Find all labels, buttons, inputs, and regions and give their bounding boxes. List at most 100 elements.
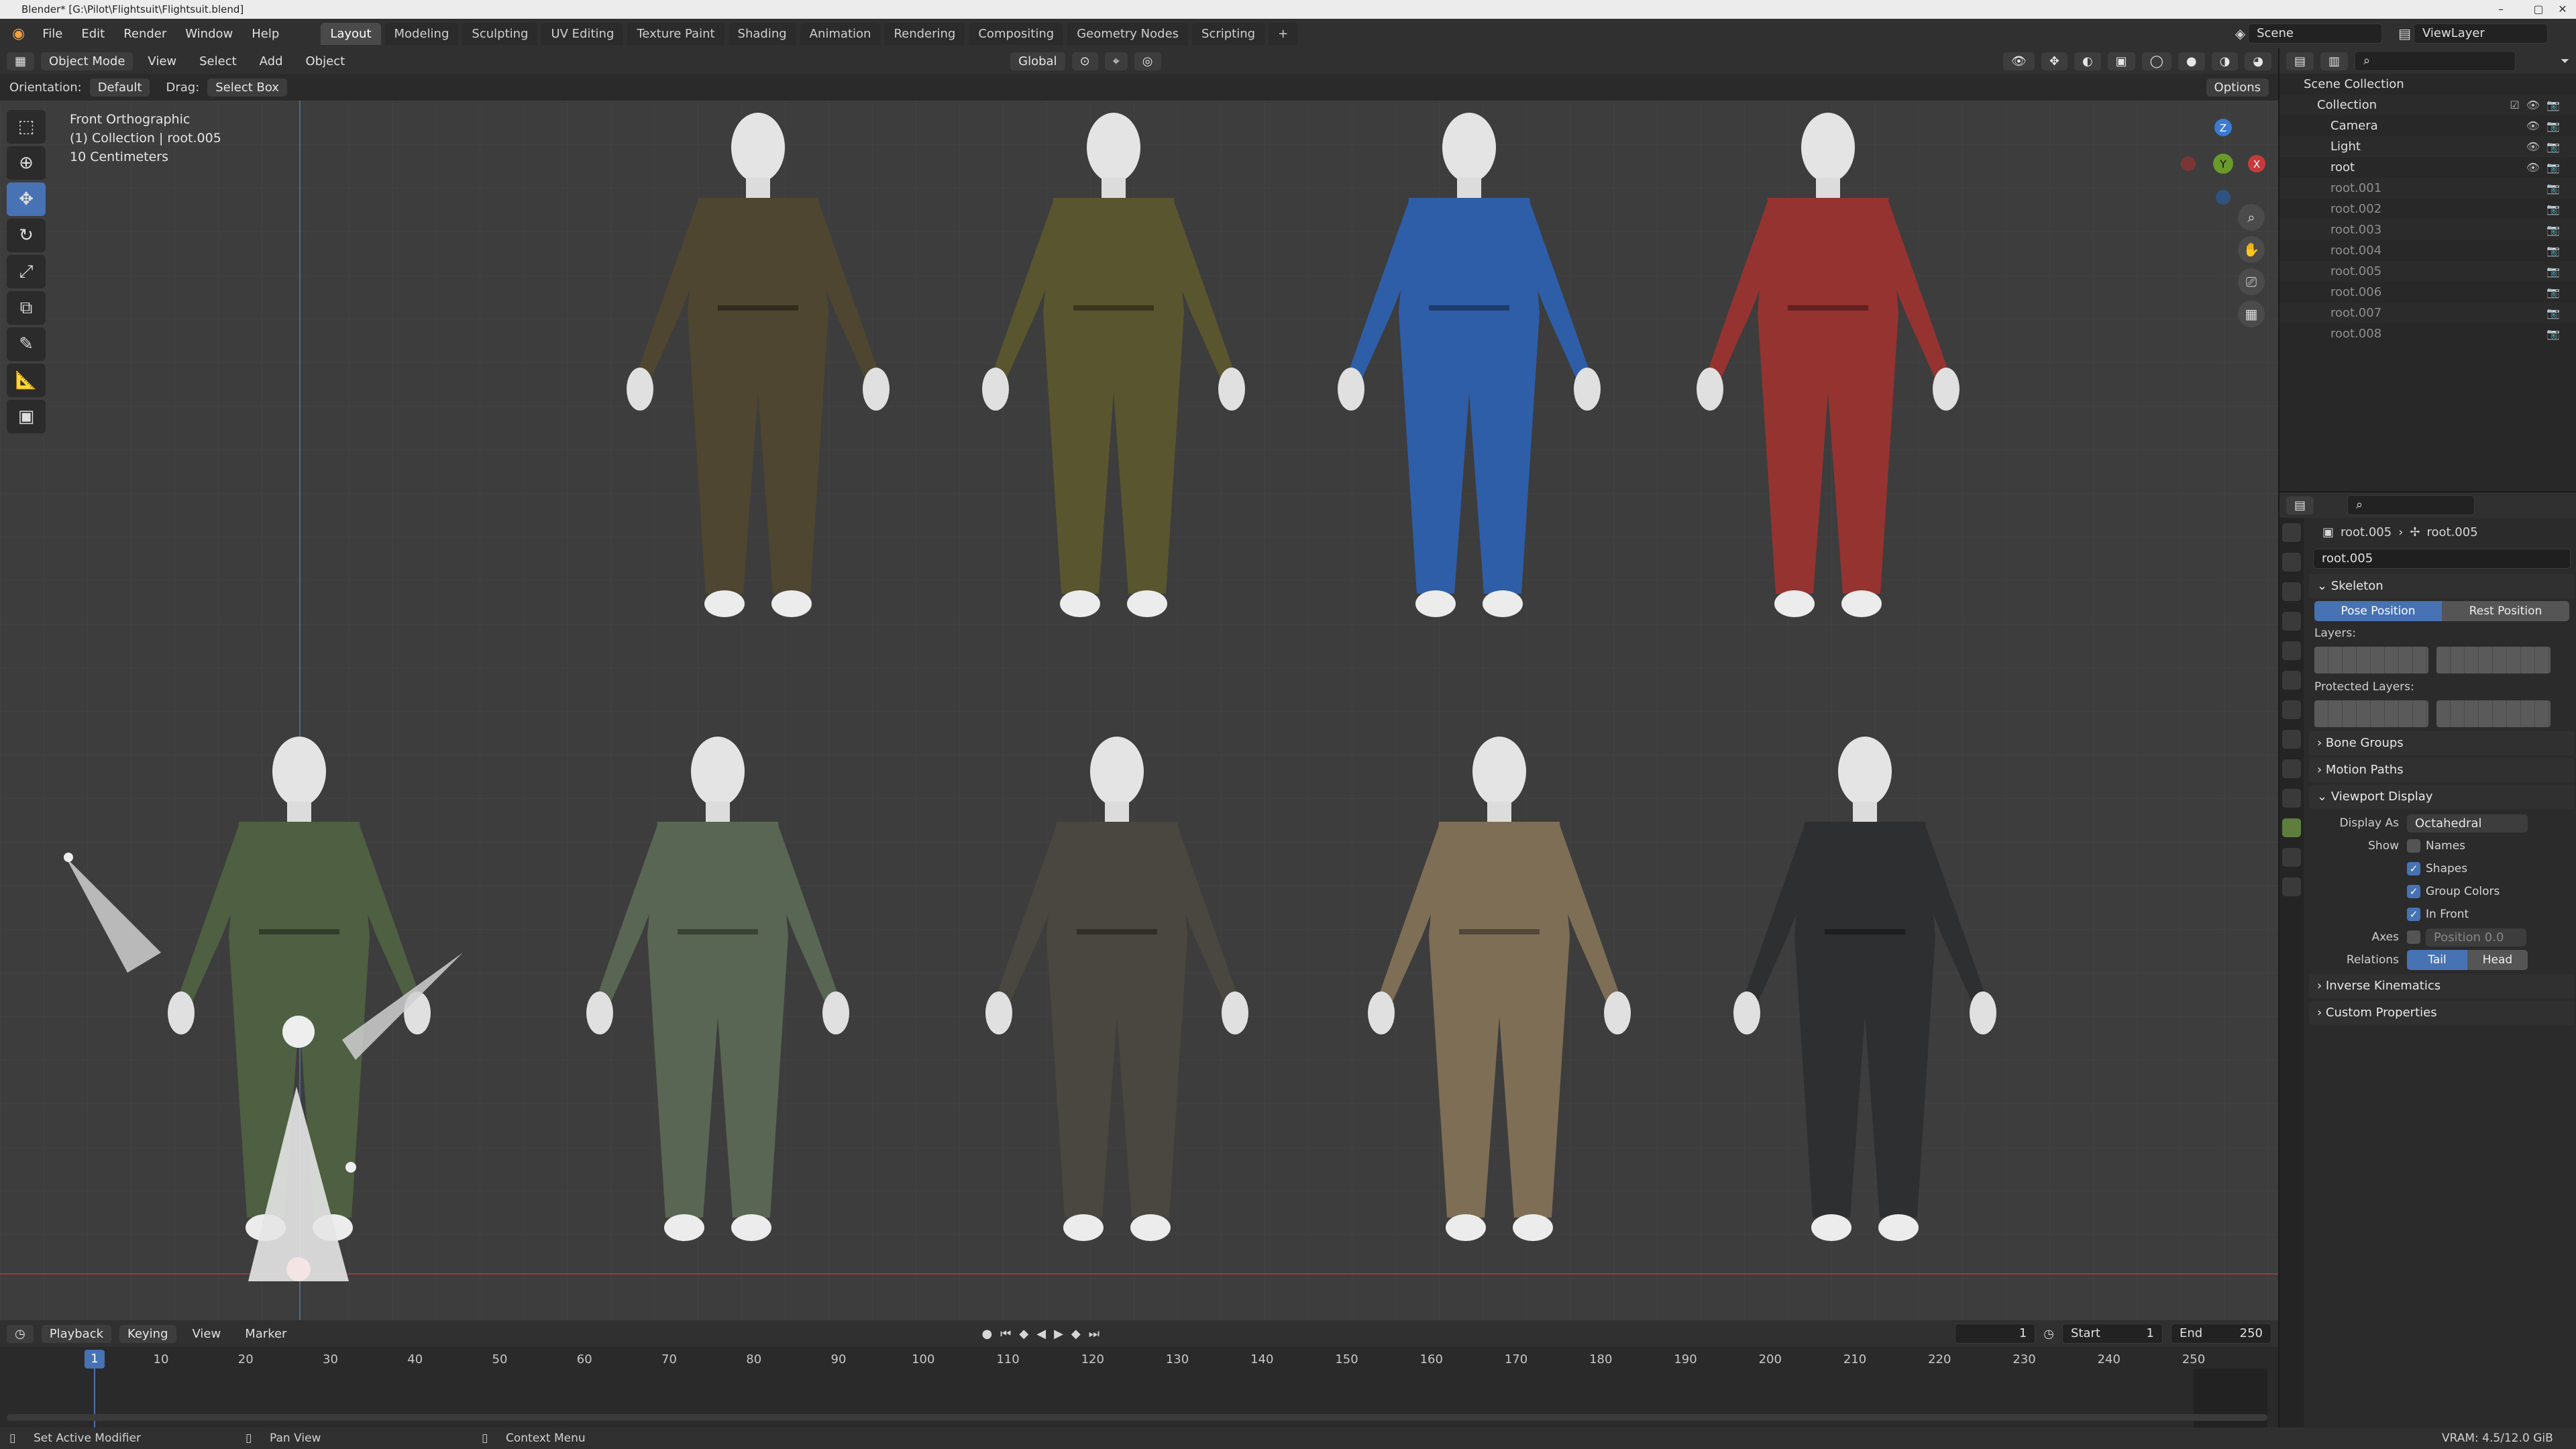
measure-tool-icon[interactable]: 📐 — [7, 364, 46, 397]
playback-menu[interactable]: Playback — [41, 1324, 112, 1343]
flightsuit-figure-1[interactable] — [597, 111, 919, 661]
menu-window[interactable]: Window — [177, 24, 241, 44]
outliner-row-root-001[interactable]: root.001 📷 — [2279, 178, 2576, 199]
editor-type-icon[interactable]: ▦ — [7, 52, 35, 70]
scale-tool-icon[interactable]: ⤢ — [7, 255, 46, 288]
outliner-row-root-004[interactable]: root.004 📷 — [2279, 240, 2576, 261]
visibility-icons[interactable]: 📷 — [2546, 240, 2567, 261]
skeleton-panel-header[interactable]: ⌄ Skeleton — [2309, 574, 2575, 598]
pivot-icon[interactable]: ⊙ — [1071, 52, 1098, 70]
flightsuit-figure-2[interactable] — [953, 111, 1275, 661]
record-icon[interactable]: ● — [981, 1327, 992, 1341]
keying-menu[interactable]: Keying — [119, 1324, 176, 1343]
shapes-checkbox[interactable]: ✓ — [2407, 862, 2420, 875]
outliner-row-root[interactable]: root 👁📷 — [2279, 157, 2576, 178]
outliner-row-collection[interactable]: Collection ☑👁📷 — [2279, 95, 2576, 115]
pose-position-button[interactable]: Pose Position — [2314, 601, 2442, 621]
add-workspace-button[interactable]: + — [1269, 22, 1298, 45]
select-box-tool-icon[interactable]: ⬚ — [7, 110, 46, 144]
modifier-tab-icon[interactable] — [2282, 759, 2301, 778]
tab-modeling[interactable]: Modeling — [384, 22, 459, 45]
filter-icon[interactable]: ⏷ — [2561, 54, 2569, 68]
timeline-scrollbar[interactable] — [7, 1414, 2267, 1421]
scene-icon[interactable]: ◈ — [2235, 25, 2245, 42]
shading-solid-icon[interactable]: ● — [2178, 52, 2205, 70]
start-frame-field[interactable]: Start 1 — [2062, 1324, 2163, 1344]
bone-groups-panel-header[interactable]: › Bone Groups — [2309, 731, 2575, 755]
visibility-icons[interactable]: 📷 — [2546, 303, 2567, 323]
outliner-search-field[interactable]: ⌕ — [2355, 51, 2516, 71]
tab-uv-editing[interactable]: UV Editing — [541, 22, 624, 45]
bone-tab-icon[interactable] — [2282, 848, 2301, 867]
protected-layers-grid[interactable] — [2314, 700, 2569, 727]
ortho-grid-icon[interactable]: ▦ — [2238, 301, 2265, 327]
visibility-icons[interactable]: 👁📷 — [2526, 157, 2567, 178]
layers-grid[interactable] — [2314, 647, 2569, 674]
timeline-editor-icon[interactable]: ◷ — [7, 1324, 34, 1343]
timeline-view-menu[interactable]: View — [184, 1324, 229, 1344]
tool-tab-icon[interactable] — [2282, 523, 2301, 542]
display-as-dropdown[interactable]: Octahedral — [2407, 814, 2528, 833]
physics-tab-icon[interactable] — [2282, 789, 2301, 808]
rotate-tool-icon[interactable]: ↻ — [7, 219, 46, 252]
axes-position-field[interactable]: Position 0.0 — [2426, 928, 2526, 947]
menu-file[interactable]: File — [34, 24, 70, 44]
prev-keyframe-icon[interactable]: ◆ — [1019, 1327, 1028, 1341]
rest-position-button[interactable]: Rest Position — [2442, 601, 2569, 621]
armature-data-tab-icon[interactable] — [2282, 818, 2301, 837]
tab-layout[interactable]: Layout — [321, 22, 381, 45]
gizmo-neg-x[interactable] — [2181, 156, 2196, 171]
options-dropdown[interactable]: Options — [2206, 78, 2269, 97]
3d-viewport[interactable]: Front Orthographic (1) Collection | root… — [0, 101, 2278, 1320]
xray-toggle-icon[interactable]: ▣ — [2107, 52, 2135, 70]
display-mode-icon[interactable]: ▥ — [2320, 52, 2349, 70]
shading-wireframe-icon[interactable]: ◯ — [2141, 52, 2171, 70]
flightsuit-figure-4[interactable] — [1667, 111, 1989, 661]
minimize-icon[interactable]: – — [2482, 0, 2520, 19]
transform-tool-icon[interactable]: ⧉ — [7, 291, 46, 325]
scene-tab-icon[interactable] — [2282, 641, 2301, 660]
flightsuit-figure-7[interactable] — [956, 735, 1278, 1285]
close-icon[interactable]: ✕ — [2549, 0, 2576, 19]
visibility-icons[interactable]: 📷 — [2546, 261, 2567, 282]
view-layer-selector[interactable]: ViewLayer — [2414, 23, 2548, 44]
menu-object[interactable]: Object — [298, 52, 354, 71]
navigation-gizmo[interactable]: Y Z X — [2147, 110, 2267, 211]
flightsuit-figure-3[interactable] — [1308, 111, 1630, 661]
annotate-tool-icon[interactable]: ✎ — [7, 327, 46, 361]
flightsuit-figure-9[interactable] — [1704, 735, 2026, 1285]
cursor-tool-icon[interactable]: ⊕ — [7, 146, 46, 180]
menu-add[interactable]: Add — [252, 52, 291, 71]
pan-hand-icon[interactable]: ✋ — [2238, 236, 2265, 263]
gizmo-toggle-icon[interactable]: ✥ — [2041, 52, 2068, 70]
tab-animation[interactable]: Animation — [800, 22, 881, 45]
names-checkbox[interactable] — [2407, 839, 2420, 853]
custom-properties-panel-header[interactable]: › Custom Properties — [2309, 1001, 2575, 1025]
outliner-row-root-006[interactable]: root.006 📷 — [2279, 282, 2576, 303]
camera-view-icon[interactable]: ⎚ — [2238, 268, 2265, 295]
zoom-icon[interactable]: ⌕ — [2238, 204, 2265, 231]
breadcrumb-data[interactable]: root.005 — [2426, 525, 2477, 539]
motion-paths-panel-header[interactable]: › Motion Paths — [2309, 758, 2575, 782]
view-layer-icon[interactable]: ▤ — [2398, 25, 2411, 42]
marker-menu[interactable]: Marker — [237, 1324, 294, 1344]
outliner-row-root-005[interactable]: root.005 📷 — [2279, 261, 2576, 282]
gizmo-neg-z[interactable] — [2216, 190, 2231, 205]
move-tool-icon[interactable]: ✥ — [7, 182, 46, 216]
tab-sculpting[interactable]: Sculpting — [462, 22, 538, 45]
datablock-name-field[interactable]: root.005 — [2313, 549, 2571, 569]
outliner-row-root-007[interactable]: root.007 📷 — [2279, 303, 2576, 323]
shading-rendered-icon[interactable]: ◕ — [2245, 52, 2271, 70]
mode-selector[interactable]: Object Mode — [41, 52, 133, 70]
play-icon[interactable]: ▶ — [1054, 1327, 1063, 1341]
tab-geometry-nodes[interactable]: Geometry Nodes — [1067, 22, 1189, 45]
orientation-dropdown[interactable]: Default — [89, 78, 150, 97]
output-tab-icon[interactable] — [2282, 582, 2301, 601]
end-frame-field[interactable]: End 250 — [2171, 1324, 2271, 1344]
outliner-row-light[interactable]: Light 👁📷 — [2279, 136, 2576, 157]
visibility-icons[interactable]: 👁📷 — [2526, 115, 2567, 136]
relations-tail-button[interactable]: Tail — [2407, 950, 2467, 970]
viewport-display-panel-header[interactable]: ⌄ Viewport Display — [2309, 785, 2575, 809]
play-reverse-icon[interactable]: ◀ — [1036, 1327, 1046, 1341]
visibility-icons[interactable]: 📷 — [2546, 199, 2567, 219]
